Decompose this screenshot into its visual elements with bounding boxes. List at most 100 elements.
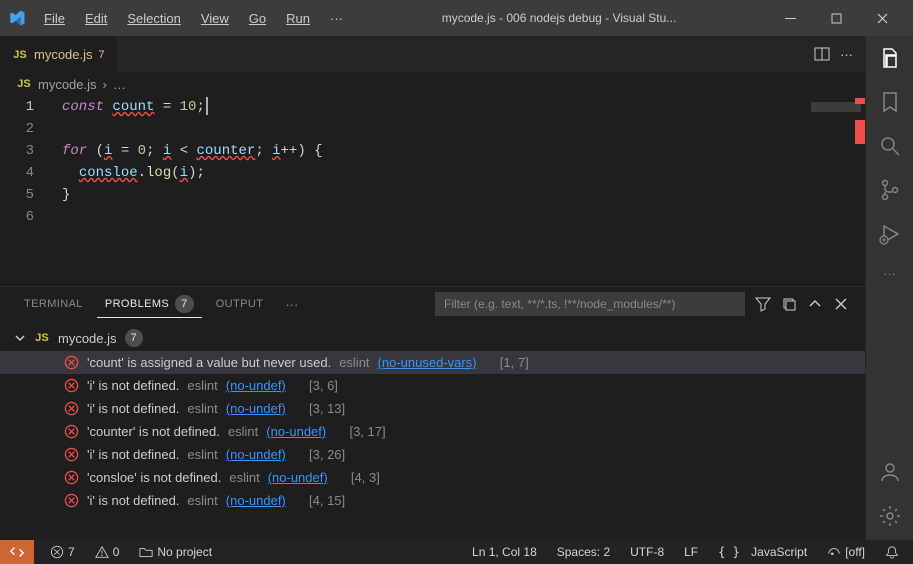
close-panel-icon[interactable] <box>833 296 849 312</box>
problem-source: eslint <box>187 447 217 462</box>
problem-message: 'i' is not defined. <box>87 378 179 393</box>
tab-mycode-js[interactable]: JS mycode.js 7 <box>0 36 117 72</box>
problem-row[interactable]: 'count' is assigned a value but never us… <box>0 351 865 374</box>
problem-rule-link[interactable]: (no-undef) <box>226 493 286 508</box>
editor-tab-strip: JS mycode.js 7 ··· <box>0 36 865 72</box>
bottom-panel: TERMINAL PROBLEMS 7 OUTPUT ··· JSmycode.… <box>0 286 865 540</box>
status-eol[interactable]: LF <box>680 545 702 559</box>
error-icon <box>64 447 79 462</box>
status-warnings[interactable]: 0 <box>91 545 124 559</box>
menu-overflow[interactable]: ··· <box>322 7 351 30</box>
code-area[interactable]: const count = 10;for (i = 0; i < counter… <box>52 96 805 286</box>
error-icon <box>64 401 79 416</box>
activity-overflow-icon[interactable]: ··· <box>883 266 896 281</box>
menu-file[interactable]: File <box>36 7 73 30</box>
status-inspect[interactable]: [off] <box>823 545 869 559</box>
problem-location: [3, 26] <box>309 447 345 462</box>
remote-button[interactable] <box>0 540 34 564</box>
problem-source: eslint <box>187 493 217 508</box>
breadcrumb-more: … <box>113 77 126 92</box>
problem-rule-link[interactable]: (no-undef) <box>226 401 286 416</box>
problem-message: 'i' is not defined. <box>87 447 179 462</box>
problem-row[interactable]: 'consloe' is not defined. eslint (no-unde… <box>0 466 865 489</box>
menu-run[interactable]: Run <box>278 7 318 30</box>
panel-tab-problems[interactable]: PROBLEMS 7 <box>97 291 202 318</box>
split-editor-icon[interactable] <box>814 46 830 62</box>
problem-message: 'count' is assigned a value but never us… <box>87 355 331 370</box>
js-file-icon: JS <box>12 47 28 63</box>
line-number-gutter[interactable]: 123456 <box>0 96 52 286</box>
problems-badge: 7 <box>175 295 194 313</box>
panel-tab-terminal[interactable]: TERMINAL <box>16 294 91 314</box>
problem-source: eslint <box>187 401 217 416</box>
bookmark-icon[interactable] <box>878 90 902 114</box>
source-control-icon[interactable] <box>878 178 902 202</box>
tab-problems-count: 7 <box>99 49 105 61</box>
collapse-all-icon[interactable] <box>781 296 797 312</box>
problem-message: 'consloe' is not defined. <box>87 470 221 485</box>
js-file-icon: JS <box>16 76 32 92</box>
breadcrumb[interactable]: JS mycode.js › … <box>0 72 865 96</box>
status-encoding[interactable]: UTF-8 <box>626 545 668 559</box>
status-errors[interactable]: 7 <box>46 545 79 559</box>
problem-message: 'counter' is not defined. <box>87 424 220 439</box>
problem-location: [3, 6] <box>309 378 338 393</box>
menu-edit[interactable]: Edit <box>77 7 115 30</box>
menu-selection[interactable]: Selection <box>119 7 188 30</box>
status-ln-col[interactable]: Ln 1, Col 18 <box>468 545 541 559</box>
problem-rule-link[interactable]: (no-unused-vars) <box>378 355 477 370</box>
code-editor[interactable]: 123456 const count = 10;for (i = 0; i < … <box>0 96 865 286</box>
problem-rule-link[interactable]: (no-undef) <box>226 447 286 462</box>
breadcrumb-file: mycode.js <box>38 77 97 92</box>
close-button[interactable] <box>859 0 905 36</box>
explorer-icon[interactable] <box>878 46 902 70</box>
error-icon <box>64 424 79 439</box>
chevron-up-icon[interactable] <box>807 296 823 312</box>
tab-overflow-icon[interactable]: ··· <box>840 47 853 62</box>
problem-row[interactable]: 'i' is not defined. eslint (no-undef) [4,… <box>0 489 865 512</box>
problem-rule-link[interactable]: (no-undef) <box>266 424 326 439</box>
minimap[interactable] <box>805 96 865 286</box>
chevron-down-icon <box>14 332 26 344</box>
problem-row[interactable]: 'i' is not defined. eslint (no-undef) [3,… <box>0 443 865 466</box>
problems-file-row[interactable]: JSmycode.js7 <box>0 325 865 351</box>
status-language[interactable]: { } JavaScript <box>714 545 811 559</box>
problem-rule-link[interactable]: (no-undef) <box>268 470 328 485</box>
maximize-button[interactable] <box>813 0 859 36</box>
problem-location: [4, 3] <box>351 470 380 485</box>
problem-source: eslint <box>187 378 217 393</box>
error-icon <box>64 378 79 393</box>
settings-gear-icon[interactable] <box>878 504 902 528</box>
account-icon[interactable] <box>878 460 902 484</box>
panel-overflow-icon[interactable]: ··· <box>277 297 306 312</box>
search-icon[interactable] <box>878 134 902 158</box>
menu-go[interactable]: Go <box>241 7 274 30</box>
problems-filter-input[interactable] <box>435 292 745 316</box>
vscode-logo-icon <box>8 9 26 27</box>
menu-view[interactable]: View <box>193 7 237 30</box>
problem-message: 'i' is not defined. <box>87 493 179 508</box>
problem-location: [4, 15] <box>309 493 345 508</box>
problem-row[interactable]: 'counter' is not defined. eslint(no-unde… <box>0 420 865 443</box>
problem-source: eslint <box>229 470 259 485</box>
status-spaces[interactable]: Spaces: 2 <box>553 545 614 559</box>
status-notifications[interactable] <box>881 545 903 559</box>
error-icon <box>64 470 79 485</box>
activity-bar: ··· <box>865 36 913 540</box>
status-bar: 7 0 No project Ln 1, Col 18 Spaces: 2 UT… <box>0 540 913 564</box>
run-debug-icon[interactable] <box>878 222 902 246</box>
problem-location: [1, 7] <box>500 355 529 370</box>
error-icon <box>64 493 79 508</box>
filter-icon[interactable] <box>755 296 771 312</box>
panel-tab-output[interactable]: OUTPUT <box>208 294 272 314</box>
problems-file-count: 7 <box>125 329 143 347</box>
problem-row[interactable]: 'i' is not defined. eslint(no-undef) [3,… <box>0 397 865 420</box>
problem-location: [3, 13] <box>309 401 345 416</box>
problem-row[interactable]: 'i' is not defined. eslint (no-undef) [3,… <box>0 374 865 397</box>
tab-title: mycode.js <box>34 47 93 62</box>
chevron-right-icon: › <box>103 77 107 92</box>
status-project[interactable]: No project <box>135 545 216 559</box>
problem-rule-link[interactable]: (no-undef) <box>226 378 286 393</box>
problems-file-name: mycode.js <box>58 331 117 346</box>
minimize-button[interactable] <box>767 0 813 36</box>
